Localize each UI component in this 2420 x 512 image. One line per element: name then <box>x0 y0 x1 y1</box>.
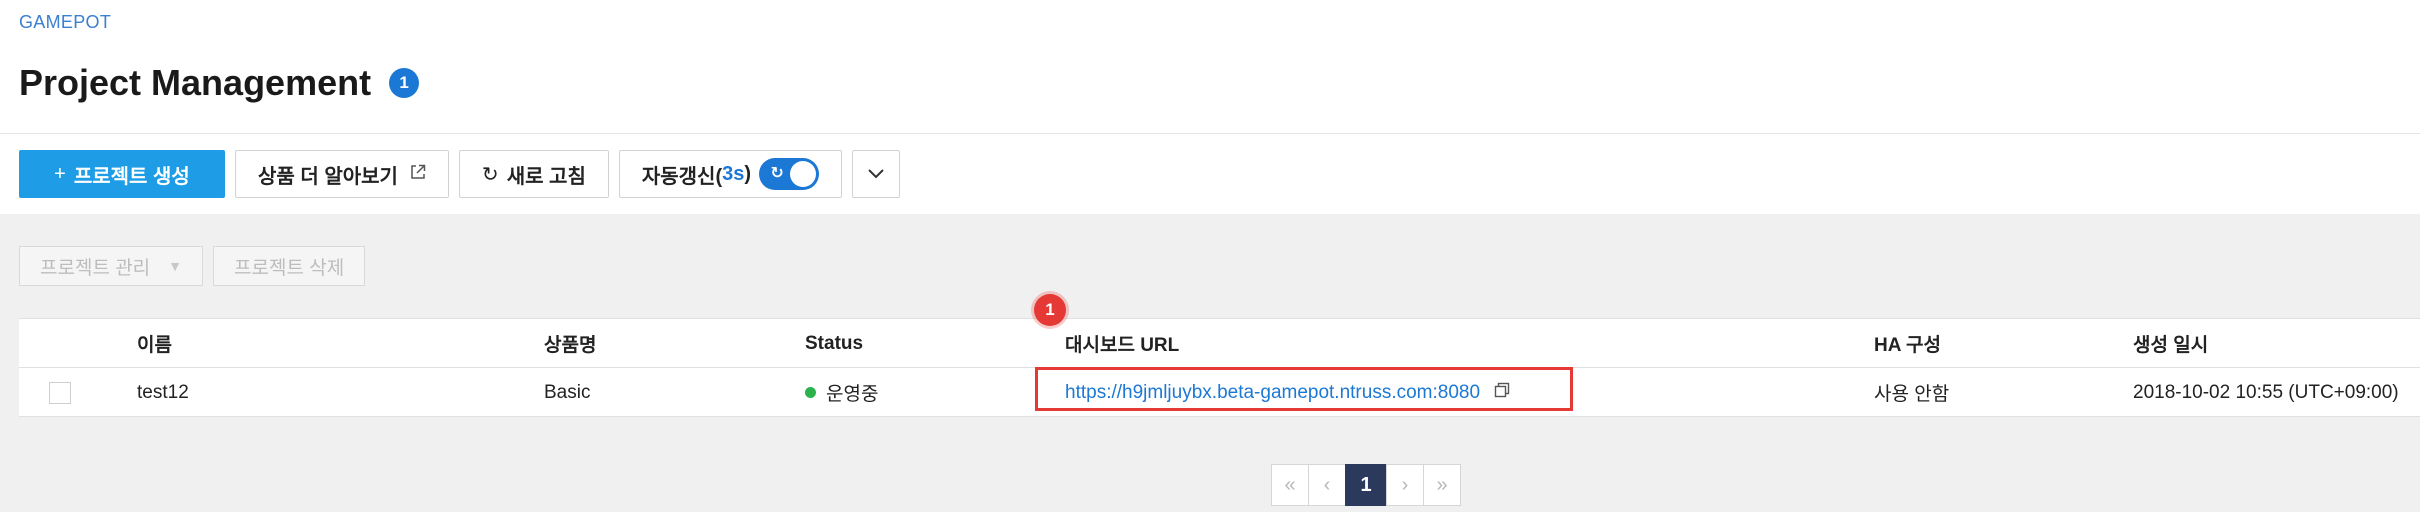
project-manage-dropdown[interactable]: 프로젝트 관리 ▼ <box>19 246 204 286</box>
info-badge[interactable]: 1 <box>389 68 420 98</box>
auto-refresh-toggle[interactable]: ↻ <box>759 158 820 190</box>
learn-more-label: 상품 더 알아보기 <box>258 165 398 188</box>
external-link-icon <box>410 164 426 185</box>
status-dot <box>805 387 816 398</box>
caret-down-icon: ▼ <box>168 258 183 274</box>
learn-more-button[interactable]: 상품 더 알아보기 <box>235 150 449 198</box>
create-project-label: 프로젝트 생성 <box>73 165 190 188</box>
auto-refresh-close: ) <box>744 162 752 185</box>
auto-refresh-interval: 3s <box>722 162 745 185</box>
row-status: 운영중 <box>805 368 878 417</box>
col-header-ha[interactable]: HA 구성 <box>1874 319 1941 368</box>
callout-marker: 1 <box>1034 294 1066 326</box>
col-header-name[interactable]: 이름 <box>137 319 172 368</box>
chevron-down-icon <box>867 163 885 186</box>
project-delete-label: 프로젝트 삭제 <box>234 257 345 279</box>
pagination: « ‹ 1 › » <box>1271 464 1461 506</box>
refresh-label: 새로 고침 <box>506 165 586 188</box>
col-header-product[interactable]: 상품명 <box>544 319 596 368</box>
next-page-button[interactable]: › <box>1386 464 1424 506</box>
row-name: test12 <box>137 381 189 403</box>
page-title: Project Management <box>19 62 372 103</box>
col-header-dashboard-url[interactable]: 대시보드 URL <box>1065 319 1179 368</box>
auto-refresh-control[interactable]: 자동갱신(3s) ↻ <box>618 150 843 198</box>
refresh-button[interactable]: ↻ 새로 고침 <box>458 150 609 198</box>
page-header-area: GAMEPOT Project Management 1 + 프로젝트 생성 상… <box>0 0 2420 214</box>
more-options-button[interactable] <box>852 150 901 198</box>
prev-page-button[interactable]: ‹ <box>1308 464 1346 506</box>
row-status-label: 운영중 <box>826 384 879 405</box>
row-created: 2018-10-02 10:55 (UTC+09:00) <box>2133 381 2399 403</box>
table-header: 이름 상품명 Status 대시보드 URL HA 구성 생성 일시 <box>19 319 2420 368</box>
create-project-button[interactable]: + 프로젝트 생성 <box>19 150 225 198</box>
refresh-icon: ↻ <box>481 163 499 186</box>
col-header-created[interactable]: 생성 일시 <box>2133 319 2208 368</box>
row-ha: 사용 안함 <box>1874 384 1950 405</box>
sync-icon: ↻ <box>770 165 784 182</box>
project-delete-button[interactable]: 프로젝트 삭제 <box>213 246 366 286</box>
page-button-current[interactable]: 1 <box>1345 464 1387 506</box>
sub-toolbar: 프로젝트 관리 ▼ 프로젝트 삭제 <box>19 246 375 286</box>
title-row: Project Management 1 <box>19 60 420 106</box>
col-header-status[interactable]: Status <box>805 319 863 368</box>
toolbar: + 프로젝트 생성 상품 더 알아보기 ↻ 새로 고침 자동갱신(3s) ↻ <box>19 150 910 198</box>
url-highlight-box <box>1035 367 1573 411</box>
auto-refresh-label: 자동갱신( <box>641 165 723 188</box>
row-checkbox-cell <box>49 368 71 417</box>
project-manage-label: 프로젝트 관리 <box>40 257 151 279</box>
row-product: Basic <box>544 381 591 403</box>
first-page-button[interactable]: « <box>1271 464 1309 506</box>
last-page-button[interactable]: » <box>1423 464 1461 506</box>
row-checkbox[interactable] <box>49 381 71 404</box>
toggle-knob <box>790 161 817 187</box>
plus-icon: + <box>54 162 66 185</box>
header-divider <box>0 133 2420 134</box>
breadcrumb[interactable]: GAMEPOT <box>19 12 111 33</box>
